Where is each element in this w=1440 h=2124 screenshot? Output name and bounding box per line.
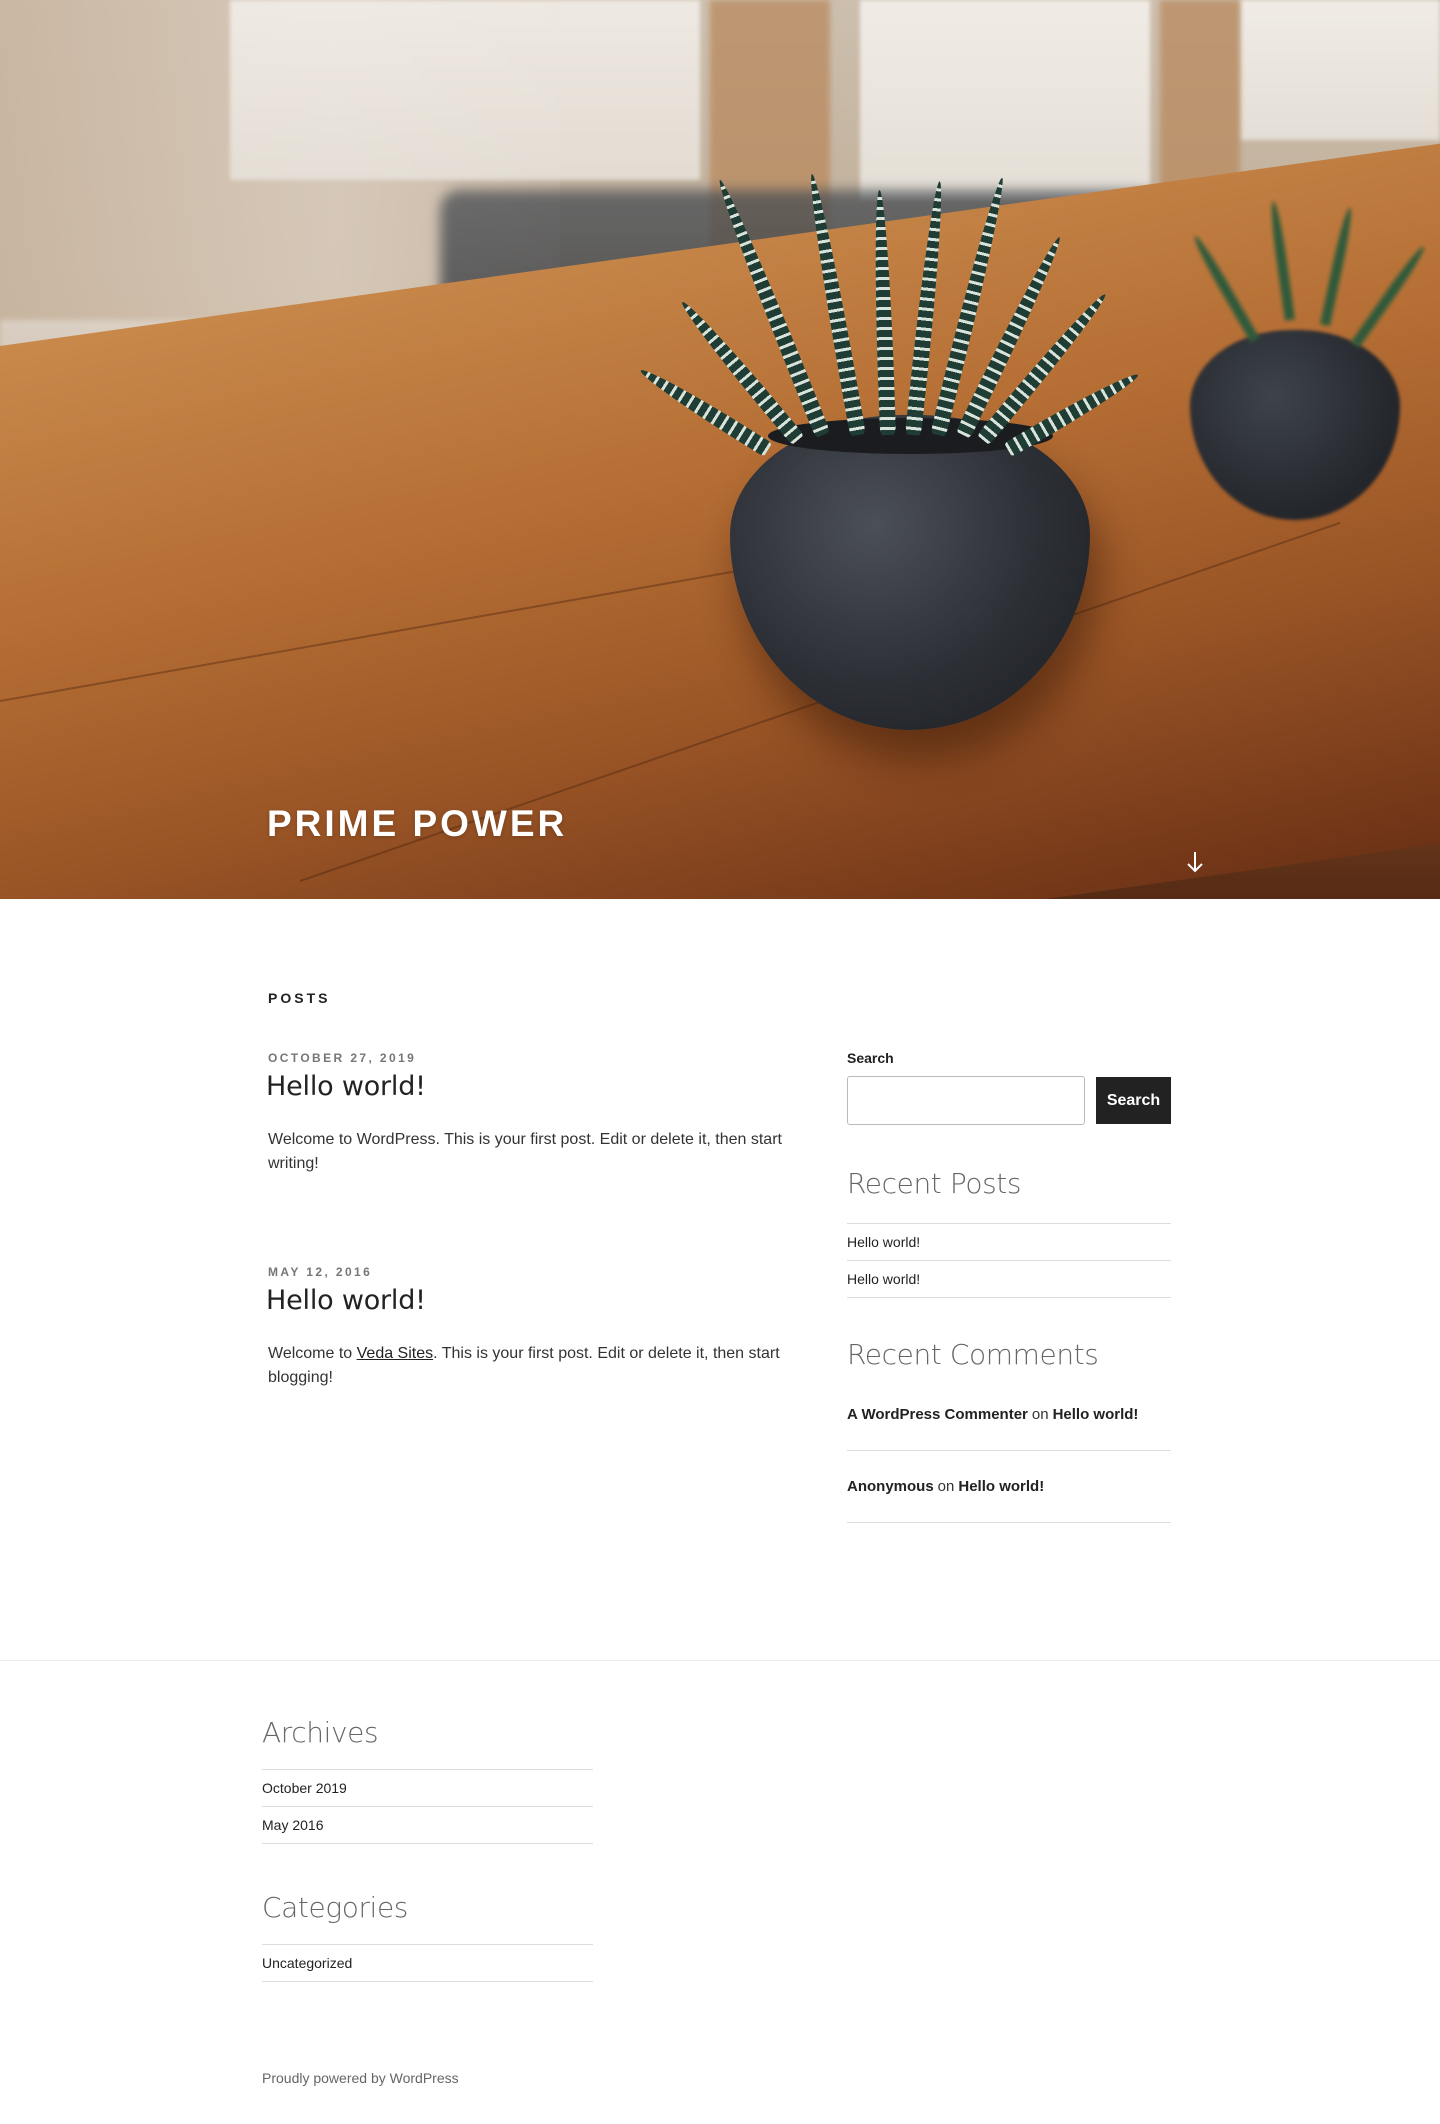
recent-comments-widget: Recent Comments A WordPress Commenter on…	[847, 1338, 1171, 1523]
post-excerpt: Welcome to Veda Sites. This is your firs…	[268, 1342, 786, 1390]
comment-author-link[interactable]: Anonymous	[847, 1478, 934, 1495]
powered-by-link[interactable]: Proudly powered by WordPress	[262, 2070, 459, 2086]
archive-link[interactable]: May 2016	[262, 1807, 593, 1844]
archive-link[interactable]: October 2019	[262, 1770, 593, 1807]
post-excerpt-text: Welcome to	[268, 1345, 357, 1362]
recent-comments-list: A WordPress Commenter on Hello world! An…	[847, 1379, 1171, 1523]
search-input[interactable]	[847, 1076, 1085, 1125]
scroll-down-arrow-icon[interactable]	[1181, 850, 1209, 878]
recent-comments-title: Recent Comments	[847, 1338, 1099, 1371]
recent-posts-widget: Recent Posts Hello world! Hello world!	[847, 1167, 1171, 1298]
post-title[interactable]: Hello world!	[266, 1071, 786, 1102]
comment-on-text: on	[1031, 1406, 1049, 1423]
search-button[interactable]: Search	[1096, 1077, 1171, 1124]
post-title[interactable]: Hello world!	[266, 1285, 786, 1316]
sidebar: Search Search Recent Posts Hello world! …	[847, 1050, 1171, 1523]
header-hero-image: PRIME POWER	[0, 0, 1440, 899]
footer-divider	[0, 1660, 1440, 1661]
post-date[interactable]: MAY 12, 2016	[268, 1265, 786, 1279]
recent-comment-item: Anonymous on Hello world!	[847, 1451, 1171, 1523]
comment-post-link[interactable]: Hello world!	[958, 1478, 1044, 1495]
category-link[interactable]: Uncategorized	[262, 1945, 593, 1982]
background-window	[860, 0, 1150, 200]
search-label: Search	[847, 1050, 894, 1066]
post-date[interactable]: OCTOBER 27, 2019	[268, 1051, 786, 1065]
posts-heading: POSTS	[268, 990, 331, 1006]
arrow-down-icon	[1187, 852, 1203, 873]
recent-post-link[interactable]: Hello world!	[847, 1261, 1171, 1298]
background-window	[1240, 0, 1440, 140]
comment-author-link[interactable]: A WordPress Commenter	[847, 1406, 1028, 1423]
categories-list: Uncategorized	[262, 1944, 593, 1982]
recent-comment-item: A WordPress Commenter on Hello world!	[847, 1379, 1171, 1451]
recent-post-link[interactable]: Hello world!	[847, 1224, 1171, 1261]
recent-posts-list: Hello world! Hello world!	[847, 1223, 1171, 1298]
archives-title: Archives	[262, 1716, 379, 1749]
search-form: Search	[847, 1076, 1171, 1125]
archives-list: October 2019 May 2016	[262, 1769, 593, 1844]
recent-posts-title: Recent Posts	[847, 1167, 1022, 1200]
search-widget: Search Search	[847, 1050, 1171, 1125]
post-article: OCTOBER 27, 2019 Hello world! Welcome to…	[266, 1051, 786, 1176]
post-excerpt: Welcome to WordPress. This is your first…	[268, 1131, 782, 1172]
background-window	[230, 0, 700, 180]
post-article: MAY 12, 2016 Hello world! Welcome to Ved…	[266, 1265, 786, 1390]
archives-widget: Archives October 2019 May 2016	[262, 1716, 593, 1844]
veda-sites-link[interactable]: Veda Sites	[357, 1345, 434, 1362]
comment-post-link[interactable]: Hello world!	[1053, 1406, 1139, 1423]
categories-title: Categories	[262, 1891, 408, 1924]
comment-on-text: on	[937, 1478, 955, 1495]
categories-widget: Categories Uncategorized	[262, 1891, 593, 1982]
site-title[interactable]: PRIME POWER	[267, 803, 567, 845]
